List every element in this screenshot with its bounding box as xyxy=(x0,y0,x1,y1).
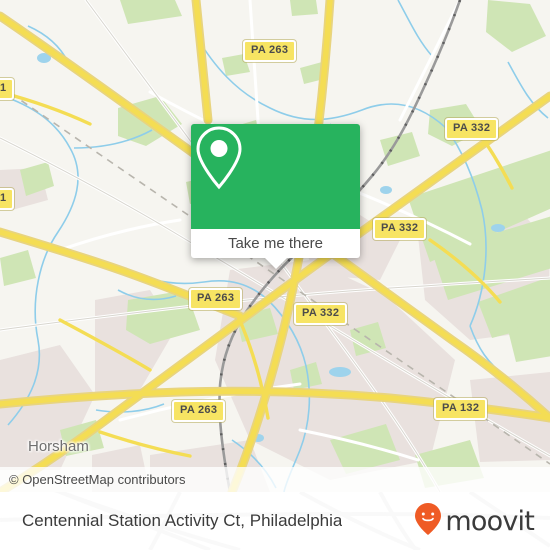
road-shield-pa-332-2: PA 332 xyxy=(373,218,427,240)
road-shield-edge-top: 1 xyxy=(0,78,15,100)
moovit-smiley-pin-icon xyxy=(413,502,443,541)
popup-pointer-tail xyxy=(264,258,287,269)
road-shield-pa-263-3: PA 263 xyxy=(172,400,226,422)
road-shield-edge-bottom: 1 xyxy=(0,188,15,210)
footer-bar: Centennial Station Activity Ct, Philadel… xyxy=(0,492,550,550)
place-label-horsham: Horsham xyxy=(28,438,89,455)
take-me-there-button[interactable]: Take me there xyxy=(228,236,323,251)
road-shield-pa-263-2: PA 263 xyxy=(189,288,243,310)
footer-place-name: Centennial Station Activity Ct, Philadel… xyxy=(22,511,343,530)
road-shield-pa-263: PA 263 xyxy=(243,40,297,62)
moovit-wordmark: moovit xyxy=(445,505,534,537)
location-popup-card[interactable]: Take me there xyxy=(191,124,360,269)
map-screen: PA 263 PA 332 PA 332 PA 263 PA 332 PA 26… xyxy=(0,0,550,550)
road-shield-pa-332-3: PA 332 xyxy=(294,303,348,325)
road-shield-pa-132: PA 132 xyxy=(434,398,488,420)
road-shield-pa-332: PA 332 xyxy=(445,118,499,140)
map-canvas[interactable]: PA 263 PA 332 PA 332 PA 263 PA 332 PA 26… xyxy=(0,0,550,492)
popup-pin-area xyxy=(191,124,360,229)
popup-cta-area[interactable]: Take me there xyxy=(191,229,360,258)
moovit-logo[interactable]: moovit xyxy=(413,502,535,541)
